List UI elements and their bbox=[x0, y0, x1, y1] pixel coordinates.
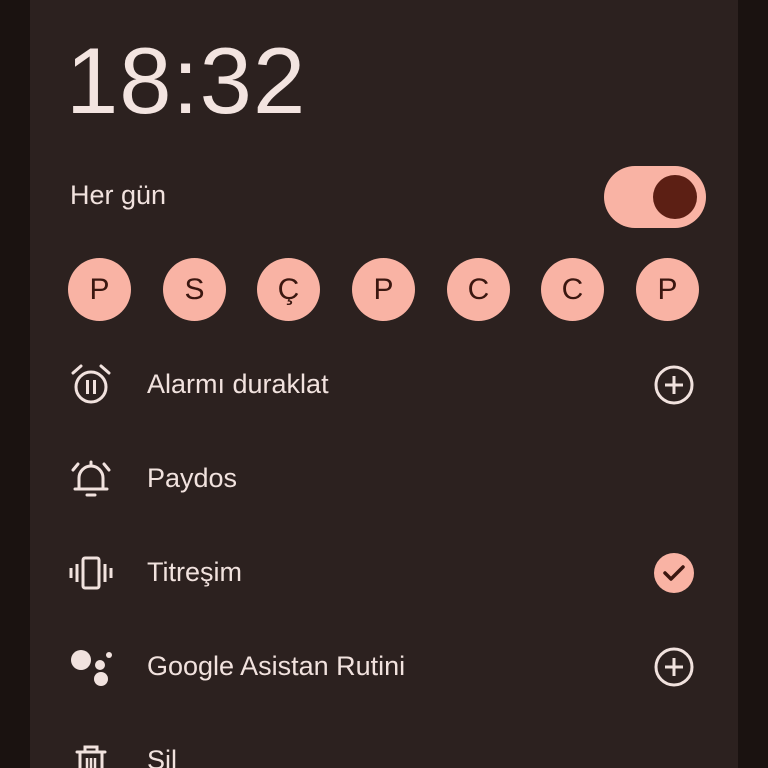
day-button-1[interactable]: P bbox=[68, 258, 131, 321]
alarm-screen: 18:32 Her gün P S Ç P C C P Alarmı durak… bbox=[0, 0, 768, 768]
sound-row[interactable]: Paydos bbox=[30, 443, 738, 513]
weekday-selector: P S Ç P C C P bbox=[68, 258, 700, 322]
alarm-toggle[interactable] bbox=[604, 166, 706, 228]
alarm-bell-icon bbox=[68, 456, 114, 502]
toggle-knob bbox=[653, 175, 697, 219]
assistant-routine-label: Google Asistan Rutini bbox=[147, 651, 406, 681]
add-routine-icon[interactable] bbox=[653, 646, 695, 688]
day-button-7[interactable]: P bbox=[636, 258, 699, 321]
vibration-icon bbox=[68, 550, 114, 596]
repeat-label: Her gün bbox=[70, 180, 167, 210]
alarm-snooze-icon bbox=[68, 362, 114, 408]
vibration-checkbox[interactable] bbox=[653, 552, 695, 594]
alarm-time[interactable]: 18:32 bbox=[66, 26, 306, 136]
snooze-label: Alarmı duraklat bbox=[147, 369, 329, 399]
vibration-row[interactable]: Titreşim bbox=[30, 537, 738, 607]
delete-label: Sil bbox=[147, 745, 178, 768]
day-button-4[interactable]: P bbox=[352, 258, 415, 321]
day-button-2[interactable]: S bbox=[163, 258, 226, 321]
vibration-label: Titreşim bbox=[147, 557, 242, 587]
assistant-routine-row[interactable]: Google Asistan Rutini bbox=[30, 631, 738, 701]
day-button-3[interactable]: Ç bbox=[257, 258, 320, 321]
day-button-5[interactable]: C bbox=[447, 258, 510, 321]
delete-row[interactable]: Sil bbox=[30, 725, 738, 768]
day-button-6[interactable]: C bbox=[541, 258, 604, 321]
google-assistant-icon bbox=[68, 644, 114, 690]
trash-icon bbox=[68, 738, 114, 768]
add-snooze-icon[interactable] bbox=[653, 364, 695, 406]
sound-label: Paydos bbox=[147, 463, 238, 493]
alarm-card: 18:32 Her gün P S Ç P C C P Alarmı durak… bbox=[30, 0, 738, 768]
snooze-row[interactable]: Alarmı duraklat bbox=[30, 349, 738, 419]
